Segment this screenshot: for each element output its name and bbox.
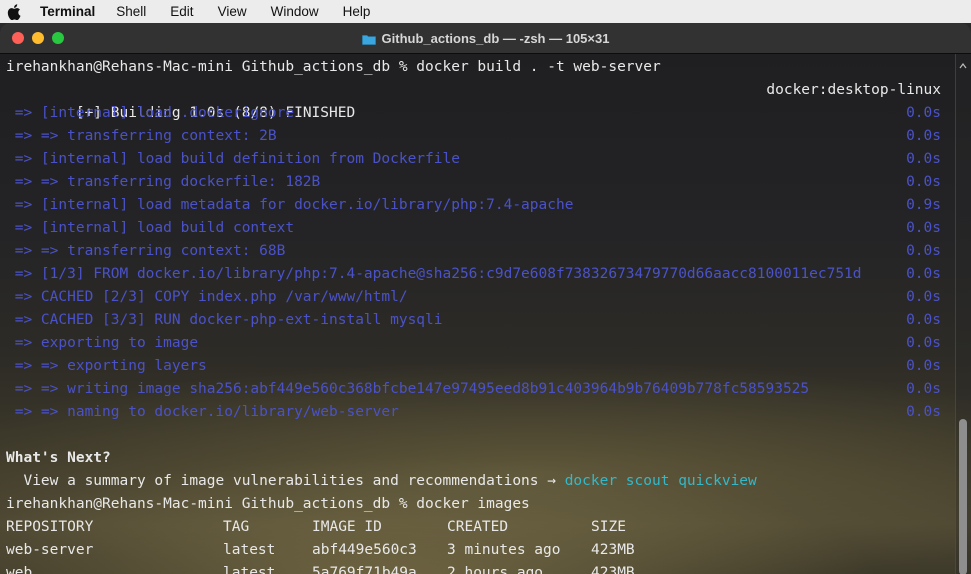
build-step-text: => => transferring context: 68B [6, 243, 286, 259]
prompt-line: irehankhan@Rehans-Mac-mini Github_action… [6, 59, 661, 75]
build-step: => => exporting layers 0.0s [0, 355, 971, 378]
menu-terminal[interactable]: Terminal [40, 0, 95, 23]
cell-repository: web [6, 565, 33, 574]
build-status-line: [+] Building 1.0s (8/8) FINISHED docker:… [0, 79, 971, 121]
build-step-text: => [internal] load build context [6, 220, 295, 236]
build-step-time: 0.0s [906, 381, 941, 397]
build-step: => => transferring context: 2B 0.0s [0, 125, 971, 148]
build-step: => [internal] load build definition from… [0, 148, 971, 171]
table-row: web latest 5a769f71b49a 2 hours ago 423MB [0, 562, 971, 574]
menu-window[interactable]: Window [271, 0, 319, 23]
build-step: => exporting to image 0.0s [0, 332, 971, 355]
build-step: => [internal] load metadata for docker.i… [0, 194, 971, 217]
build-step-text: => => transferring dockerfile: 182B [6, 174, 321, 190]
build-step-time: 0.0s [906, 289, 941, 305]
build-step: => [internal] load build context 0.0s [0, 217, 971, 240]
build-step-text: => => naming to docker.io/library/web-se… [6, 404, 399, 420]
build-step-time: 0.0s [906, 128, 941, 144]
build-step-text: => => transferring context: 2B [6, 128, 277, 144]
build-context: docker:desktop-linux [766, 82, 941, 98]
cell-created: 3 minutes ago [447, 542, 561, 558]
menu-view[interactable]: View [218, 0, 247, 23]
build-step-time: 0.0s [906, 312, 941, 328]
build-step: => CACHED [2/3] COPY index.php /var/www/… [0, 286, 971, 309]
scroll-thumb[interactable] [959, 419, 967, 574]
prompt-line: irehankhan@Rehans-Mac-mini Github_action… [6, 496, 530, 512]
vertical-scrollbar[interactable] [955, 54, 971, 574]
build-step-text: => exporting to image [6, 335, 199, 351]
build-step-text: => CACHED [2/3] COPY index.php /var/www/… [6, 289, 408, 305]
build-step-time: 0.0s [906, 174, 941, 190]
build-step-time: 0.0s [906, 105, 941, 121]
cell-tag: latest [223, 565, 276, 574]
window-title: Github_actions_db — -zsh — 105×31 [0, 23, 971, 53]
whats-next-text: View a summary of image vulnerabilities … [6, 473, 565, 489]
build-step-time: 0.0s [906, 220, 941, 236]
menu-edit[interactable]: Edit [170, 0, 193, 23]
cell-size: 423MB [591, 565, 635, 574]
build-step-time: 0.0s [906, 404, 941, 420]
scout-command[interactable]: docker scout quickview [565, 473, 757, 489]
build-step: => CACHED [3/3] RUN docker-php-ext-insta… [0, 309, 971, 332]
build-step-text: => [1/3] FROM docker.io/library/php:7.4-… [6, 266, 862, 282]
whats-next-line: View a summary of image vulnerabilities … [0, 470, 971, 493]
cell-image-id: abf449e560c3 [312, 542, 417, 558]
build-step: => [1/3] FROM docker.io/library/php:7.4-… [0, 263, 971, 286]
menu-shell[interactable]: Shell [116, 0, 146, 23]
build-step: => => transferring context: 68B 0.0s [0, 240, 971, 263]
images-table-header: REPOSITORY TAG IMAGE ID CREATED SIZE [0, 516, 971, 539]
build-step: => => naming to docker.io/library/web-se… [0, 401, 971, 424]
column-image-id: IMAGE ID [312, 519, 382, 535]
build-step-text: => => writing image sha256:abf449e560c36… [6, 381, 810, 397]
build-step-time: 0.0s [906, 358, 941, 374]
terminal-content[interactable]: irehankhan@Rehans-Mac-mini Github_action… [0, 54, 971, 574]
cell-created: 2 hours ago [447, 565, 544, 574]
build-step-time: 0.0s [906, 243, 941, 259]
column-tag: TAG [223, 519, 250, 535]
apple-menu-icon[interactable] [7, 3, 21, 20]
build-step-time: 0.0s [906, 266, 941, 282]
menu-bar: Terminal Shell Edit View Window Help [0, 0, 971, 23]
build-step-time: 0.0s [906, 151, 941, 167]
cell-tag: latest [223, 542, 276, 558]
cell-repository: web-server [6, 542, 94, 558]
column-size: SIZE [591, 519, 626, 535]
build-step-text: => [internal] load build definition from… [6, 151, 460, 167]
title-bar[interactable]: Github_actions_db — -zsh — 105×31 [0, 23, 971, 54]
build-step-text: => [internal] load .dockerignore [6, 105, 295, 121]
menu-help[interactable]: Help [343, 0, 371, 23]
column-created: CREATED [447, 519, 509, 535]
build-step: => => transferring dockerfile: 182B 0.0s [0, 171, 971, 194]
build-step: => => writing image sha256:abf449e560c36… [0, 378, 971, 401]
cell-image-id: 5a769f71b49a [312, 565, 417, 574]
window-title-text: Github_actions_db — -zsh — 105×31 [381, 30, 610, 46]
column-repository: REPOSITORY [6, 519, 94, 535]
scroll-up-icon[interactable] [959, 57, 967, 69]
build-step-time: 0.0s [906, 335, 941, 351]
build-step-text: => => exporting layers [6, 358, 207, 374]
cell-size: 423MB [591, 542, 635, 558]
build-step-time: 0.9s [906, 197, 941, 213]
folder-icon [361, 33, 376, 45]
table-row: web-server latest abf449e560c3 3 minutes ag… [0, 539, 971, 562]
build-step: => [internal] load .dockerignore 0.0s [0, 102, 971, 125]
build-step-text: => [internal] load metadata for docker.i… [6, 197, 574, 213]
whats-next-heading: What's Next? [6, 450, 111, 466]
build-step-text: => CACHED [3/3] RUN docker-php-ext-insta… [6, 312, 443, 328]
terminal-window: Github_actions_db — -zsh — 105×31 irehan… [0, 23, 971, 574]
